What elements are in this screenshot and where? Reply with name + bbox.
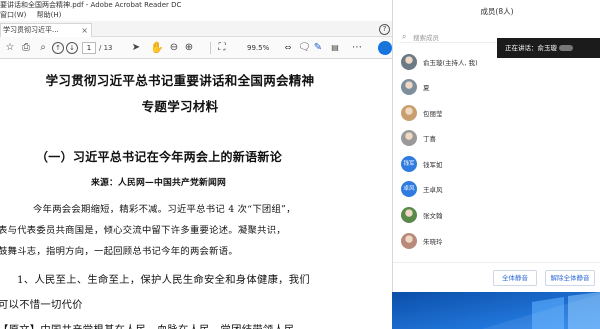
- bookmark-star-icon[interactable]: ☆: [3, 41, 17, 55]
- zoom-in-icon[interactable]: ⊕: [183, 41, 195, 55]
- search-icon: ⌕: [402, 32, 407, 41]
- windows-logo-wallpaper: [392, 292, 600, 329]
- menu-help[interactable]: 帮助(H): [37, 11, 62, 19]
- menu-window[interactable]: 窗口(W): [0, 11, 26, 19]
- paragraph-line: 今年两会会期缩短，精彩不减。习近平总书记 4 次“下团组”，: [33, 204, 296, 215]
- member-item[interactable]: 朱晓玲: [401, 231, 600, 251]
- paragraph-line: 鼓舞斗志，指明方向，一起回顾总书记今年的两会新语。: [0, 246, 238, 257]
- avatar: 钱军如: [401, 156, 417, 172]
- fit-width-icon[interactable]: ⇔: [282, 41, 294, 55]
- highlight-icon[interactable]: ▤: [328, 41, 342, 55]
- menu-bar: 窗口(W) 帮助(H): [0, 10, 392, 21]
- more-tools-icon[interactable]: ⋯: [350, 41, 364, 55]
- avatar: 卓风: [401, 181, 417, 197]
- fit-page-icon[interactable]: ⛶: [216, 41, 228, 55]
- avatar: [401, 54, 417, 70]
- member-item[interactable]: 张文翰: [401, 205, 600, 225]
- source-line: 来源：人民网—中国共产党新闻网: [91, 178, 226, 188]
- mute-all-button[interactable]: 全体静音: [493, 270, 537, 286]
- member-item[interactable]: 钱军如 钱军如: [401, 154, 600, 174]
- page-number-input[interactable]: 1: [82, 42, 96, 54]
- share-icon[interactable]: 👤: [378, 41, 392, 55]
- next-page-icon[interactable]: ↓: [66, 42, 78, 54]
- close-icon[interactable]: ×: [81, 24, 88, 37]
- tab-document[interactable]: 学习贯彻习近平... ×: [0, 23, 92, 37]
- member-name: 俞玉璇(主持人, 我): [423, 59, 478, 67]
- zoom-level[interactable]: 99.5%: [247, 42, 277, 54]
- panel-footer: 全体静音 解除全体静音: [393, 262, 600, 292]
- pdf-page-content: 学习贯彻习近平总书记重要讲话和全国两会精神 专题学习材料 （一）习近平总书记在今…: [0, 59, 392, 329]
- member-name: 丁喜: [423, 135, 436, 143]
- comment-icon[interactable]: 🗨: [298, 41, 311, 55]
- member-item[interactable]: 卓风 王卓风: [401, 179, 600, 199]
- section-heading: （一）习近平总书记在今年两会上的新语新论: [36, 150, 283, 164]
- zoom-out-icon[interactable]: ⊖: [168, 41, 180, 55]
- tab-bar: 学习贯彻习近平... × ?: [0, 21, 392, 37]
- panel-title: 成员(8人): [480, 7, 514, 16]
- member-item[interactable]: 包丽莹: [401, 103, 600, 123]
- member-name: 钱军如: [423, 161, 443, 169]
- member-item[interactable]: 丁喜: [401, 128, 600, 148]
- speaking-label: 正在讲话：俞玉璇: [505, 44, 557, 52]
- point-heading-cont: 可以不惜一切代价: [0, 299, 83, 311]
- avatar: [401, 79, 417, 95]
- paragraph-line: 表与代表委员共商国是，倾心交流中留下许多重要论述。凝聚共识，: [0, 225, 286, 236]
- member-name: 张文翰: [423, 212, 443, 220]
- window-title: 要讲话和全国两会精神.pdf - Adobe Acrobat Reader DC: [0, 0, 392, 10]
- select-cursor-icon[interactable]: ➤: [130, 41, 142, 55]
- pdf-reader-window: 要讲话和全国两会精神.pdf - Adobe Acrobat Reader DC…: [0, 0, 392, 329]
- print-icon[interactable]: ⎙: [19, 41, 33, 55]
- avatar: [401, 233, 417, 249]
- redacted-mark: [559, 45, 573, 51]
- document-title: 学习贯彻习近平总书记重要讲话和全国两会精神: [45, 73, 315, 88]
- member-name: 朱晓玲: [423, 238, 443, 246]
- hand-tool-icon[interactable]: ✋: [150, 41, 164, 55]
- search-placeholder: 搜索成员: [413, 34, 439, 42]
- reader-toolbar: ☆ ⎙ ⌕ ↑ ↓ 1 / 13 ➤ ✋ ⊖ ⊕ ⛶ 99.5% ⇔ 🗨 ✎ ▤…: [0, 37, 392, 59]
- point-heading: 1、人民至上、生命至上，保护人民生命安全和身体健康，我们: [17, 274, 310, 286]
- member-name: 王卓风: [423, 186, 443, 194]
- search-icon[interactable]: ⌕: [37, 41, 49, 55]
- previous-page-icon[interactable]: ↑: [52, 42, 64, 54]
- member-name: 包丽莹: [423, 110, 443, 118]
- document-subtitle: 专题学习材料: [141, 99, 219, 114]
- speaking-indicator: 正在讲话：俞玉璇: [497, 38, 600, 58]
- tab-label: 学习贯彻习近平...: [3, 26, 59, 34]
- avatar: [401, 130, 417, 146]
- member-item[interactable]: 夏: [401, 77, 600, 97]
- desktop-wallpaper: [392, 292, 600, 329]
- unmute-all-button[interactable]: 解除全体静音: [545, 270, 595, 286]
- toolbar-divider: [210, 42, 211, 54]
- member-name: 夏: [423, 84, 430, 92]
- avatar: [401, 105, 417, 121]
- member-search[interactable]: ⌕ 搜索成员: [399, 31, 503, 43]
- paragraph-line: 【原文】中国共产党根基在人民、血脉在人民。党团结带领人民: [0, 321, 295, 329]
- avatar: [401, 207, 417, 223]
- page-total: / 13: [99, 44, 113, 52]
- help-icon[interactable]: ?: [379, 24, 390, 35]
- draw-pen-icon[interactable]: ✎: [312, 41, 324, 55]
